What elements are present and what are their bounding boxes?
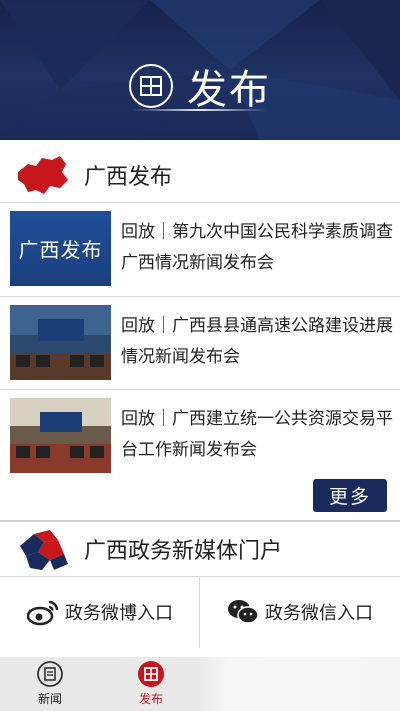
news-title: 回放｜广西县县通高速公路建设进展情况新闻发布会 (121, 316, 393, 367)
tab-publish[interactable]: 发布 (121, 661, 181, 709)
news-thumbnail (10, 397, 111, 473)
entry-label: 政务微博入口 (65, 603, 173, 624)
news-thumbnail: 广西发布 (10, 210, 111, 286)
news-title: 回放｜广西建立统一公共资源交易平台工作新闻发布会 (121, 409, 393, 460)
entry-label: 政务微信入口 (265, 603, 373, 624)
more-button[interactable]: 更多 (313, 479, 387, 512)
thumbnail-text: 广西发布 (18, 237, 103, 262)
puzzle-logo-icon (20, 530, 68, 570)
news-item[interactable]: 回放｜广西县县通高速公路建设进展情况新闻发布会 (0, 296, 400, 388)
bottom-tab-bar: 新闻 发布 (0, 657, 400, 711)
page-title: 发布 (187, 67, 271, 113)
news-item[interactable]: 回放｜广西建立统一公共资源交易平台工作新闻发布会 (0, 389, 400, 481)
section-title: 广西政务新媒体门户 (84, 539, 283, 564)
wechat-icon (228, 600, 259, 624)
news-icon (37, 661, 63, 687)
section-portal-header: 广西政务新媒体门户 (0, 522, 400, 576)
tab-label: 新闻 (37, 692, 62, 706)
news-item[interactable]: 广西发布 回放｜第九次中国公民科学素质调查广西情况新闻发布会 (0, 202, 400, 294)
tab-label: 发布 (138, 692, 163, 706)
page-header: 发布 (0, 0, 400, 140)
tab-news[interactable]: 新闻 (20, 661, 80, 709)
weibo-entry-button[interactable]: 政务微博入口 (0, 576, 200, 648)
news-title: 回放｜第九次中国公民科学素质调查广西情况新闻发布会 (121, 222, 393, 273)
weibo-icon (27, 600, 59, 626)
grid-circle-icon (138, 661, 164, 687)
section-title: 广西发布 (84, 165, 173, 190)
wechat-entry-button[interactable]: 政务微信入口 (200, 576, 400, 648)
news-thumbnail (10, 304, 111, 380)
guangxi-map-icon (18, 156, 68, 194)
section-guangxi-header: 广西发布 (0, 142, 400, 208)
header-underline (132, 109, 267, 111)
grid-circle-icon (129, 64, 173, 108)
